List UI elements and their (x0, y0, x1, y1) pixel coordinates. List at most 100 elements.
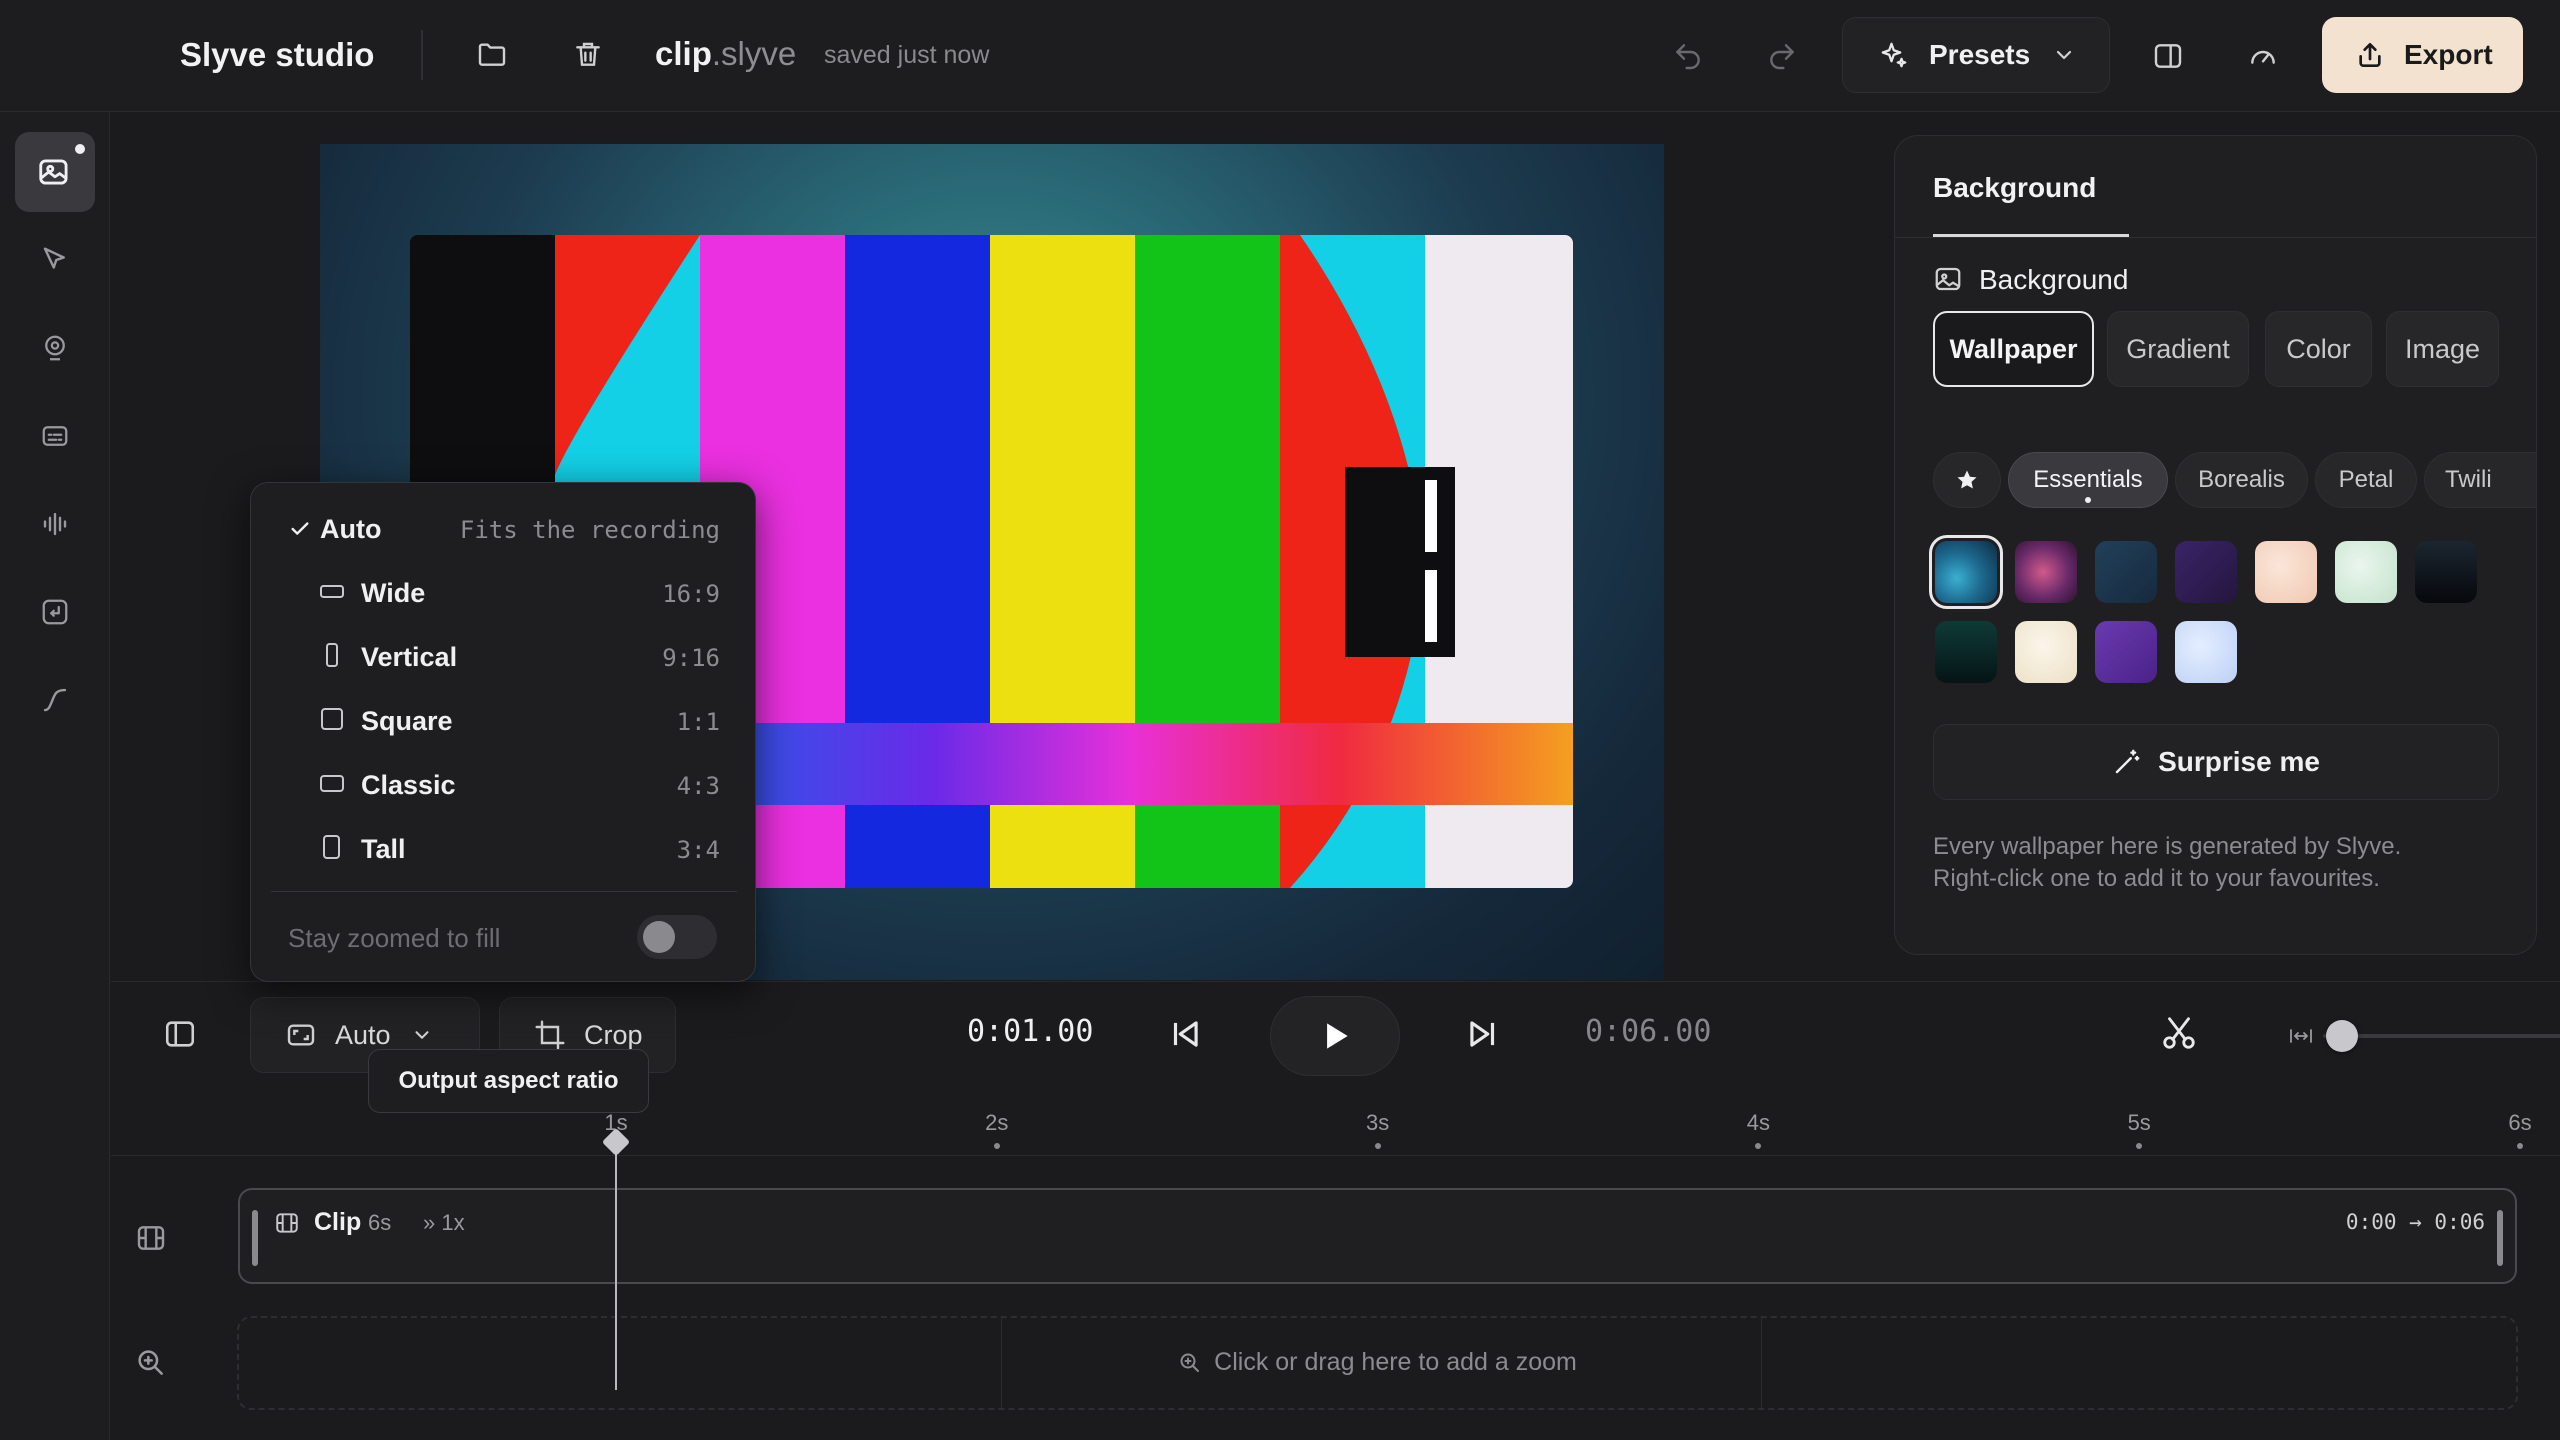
zoom-slider-track[interactable] (2323, 1034, 2560, 1038)
ruler-tick (1755, 1143, 1762, 1149)
play-button[interactable] (1270, 996, 1400, 1076)
favorites-chip[interactable] (1933, 452, 2001, 508)
star-icon (1957, 470, 1977, 489)
divider (111, 1155, 2560, 1156)
panel-toggle-icon[interactable] (2146, 34, 2190, 78)
swatch-1[interactable] (1929, 535, 2003, 609)
mode-wallpaper[interactable]: Wallpaper (1933, 311, 2094, 387)
rail-background-button[interactable] (15, 132, 95, 212)
collection-borealis[interactable]: Borealis (2175, 452, 2308, 508)
menu-item-label: Auto (320, 514, 382, 544)
menu-item-square[interactable]: Square 1:1 (251, 692, 757, 748)
menu-item-ratio: Fits the recording (459, 516, 720, 544)
section-title: Background (1979, 264, 2129, 295)
swatch-9[interactable] (2015, 621, 2077, 683)
export-button[interactable]: Export (2322, 17, 2523, 93)
play-icon (1327, 1023, 1348, 1049)
clip-trim-end-handle[interactable] (2497, 1210, 2503, 1266)
upload-icon (2359, 43, 2381, 67)
menu-item-label: Square (361, 706, 453, 736)
menu-item-vertical[interactable]: Vertical 9:16 (251, 628, 757, 684)
tab-background[interactable]: Background (1933, 172, 2096, 204)
fit-width-icon[interactable] (2289, 1026, 2313, 1046)
clip-range: 0:00 → 0:06 (2345, 1210, 2485, 1234)
tool-rail (0, 112, 110, 1440)
collection-essentials-label: Essentials (2033, 466, 2143, 493)
app-title: Slyve studio (180, 36, 375, 73)
zoom-hint: Click or drag here to add a zoom (239, 1348, 2516, 1377)
note-line-1: Every wallpaper here is generated by Sly… (1933, 833, 2402, 860)
clip-trim-start-handle[interactable] (252, 1210, 258, 1266)
menu-item-ratio: 1:1 (676, 708, 720, 736)
swatch-10[interactable] (2095, 621, 2157, 683)
current-time: 0:01.00 (967, 1014, 1094, 1049)
mode-image[interactable]: Image (2386, 311, 2499, 387)
swatch-11[interactable] (2175, 621, 2237, 683)
motion-curve-icon (43, 688, 67, 712)
captions-icon (42, 426, 68, 446)
check-icon (291, 522, 309, 535)
mode-gradient[interactable]: Gradient (2107, 311, 2249, 387)
sparkle-icon (1881, 42, 1907, 68)
timeline-area: Auto Crop Output aspect ratio 0:01.00 0:… (111, 981, 2560, 1440)
swatch-4[interactable] (2175, 541, 2237, 603)
divider (271, 891, 737, 892)
playhead[interactable] (601, 1127, 631, 1390)
scissors-icon[interactable] (2160, 1014, 2204, 1058)
zoom-plus-icon (1180, 1353, 1200, 1372)
rail-interactions-button[interactable] (15, 572, 95, 652)
rail-cursor-button[interactable] (15, 220, 95, 300)
swatch-5[interactable] (2255, 541, 2317, 603)
swatch-3[interactable] (2095, 541, 2157, 603)
clip-segment[interactable]: Clip 6s » 1x 0:00 → 0:06 (238, 1188, 2517, 1284)
tooltip: Output aspect ratio (368, 1049, 649, 1113)
rail-captions-button[interactable] (15, 396, 95, 476)
presets-button[interactable]: Presets (1842, 17, 2110, 93)
collection-twilight[interactable]: Twili (2424, 452, 2536, 508)
ruler-tick-label: 3s (1365, 1110, 1390, 1135)
trash-icon[interactable] (566, 32, 610, 76)
zoom-track[interactable]: Click or drag here to add a zoom (237, 1316, 2518, 1410)
zoom-slider-thumb[interactable] (2325, 1020, 2358, 1052)
menu-item-tall[interactable]: Tall 3:4 (251, 820, 757, 876)
aspect-ratio-menu: Auto Fits the recording Wide 16:9 Vertic… (250, 482, 756, 982)
stay-zoomed-label: Stay zoomed to fill (288, 923, 501, 953)
cursor-icon (43, 247, 65, 269)
redo-icon[interactable] (1758, 36, 1806, 76)
menu-item-wide[interactable]: Wide 16:9 (251, 564, 757, 620)
rail-webcam-button[interactable] (15, 308, 95, 388)
rail-motion-button[interactable] (15, 660, 95, 740)
wide-icon (320, 585, 344, 598)
collection-essentials[interactable]: Essentials (2008, 452, 2168, 508)
performance-gauge-icon[interactable] (2241, 34, 2285, 78)
menu-item-classic[interactable]: Classic 4:3 (251, 756, 757, 812)
ruler-tick (993, 1143, 1000, 1149)
zoom-track-icon (135, 1347, 167, 1379)
aspect-ratio-icon (287, 1024, 315, 1046)
presets-label: Presets (1929, 39, 2031, 70)
mode-color[interactable]: Color (2265, 311, 2372, 387)
collection-petal[interactable]: Petal (2315, 452, 2417, 508)
sidebar-toggle-icon[interactable] (163, 1017, 205, 1059)
swatch-8[interactable] (1935, 621, 1997, 683)
menu-item-label: Vertical (361, 642, 458, 672)
inspector-panel: Background Background Wallpaper Gradient… (1894, 135, 2537, 955)
skip-back-icon[interactable] (1166, 1015, 1210, 1059)
swatch-7[interactable] (2415, 541, 2477, 603)
surprise-me-button[interactable]: Surprise me (1933, 724, 2499, 800)
ruler-tick (1374, 1143, 1381, 1149)
surprise-me-label: Surprise me (2158, 746, 2320, 777)
skip-forward-icon[interactable] (1464, 1015, 1508, 1059)
time-ruler: 1s 2s 3s 4s 5s 6s (111, 1110, 2560, 1150)
menu-item-auto[interactable]: Auto Fits the recording (251, 500, 757, 556)
note-line-2: Right-click one to add it to your favour… (1933, 865, 2380, 892)
swatch-2[interactable] (2015, 541, 2077, 603)
active-dot (2085, 497, 2091, 503)
rail-audio-button[interactable] (15, 484, 95, 564)
folder-icon[interactable] (470, 32, 514, 76)
chevron-down-icon (415, 1031, 429, 1039)
stay-zoomed-toggle[interactable] (637, 915, 717, 959)
swatch-6[interactable] (2335, 541, 2397, 603)
ruler-tick (2136, 1143, 2143, 1149)
undo-icon[interactable] (1664, 36, 1712, 76)
